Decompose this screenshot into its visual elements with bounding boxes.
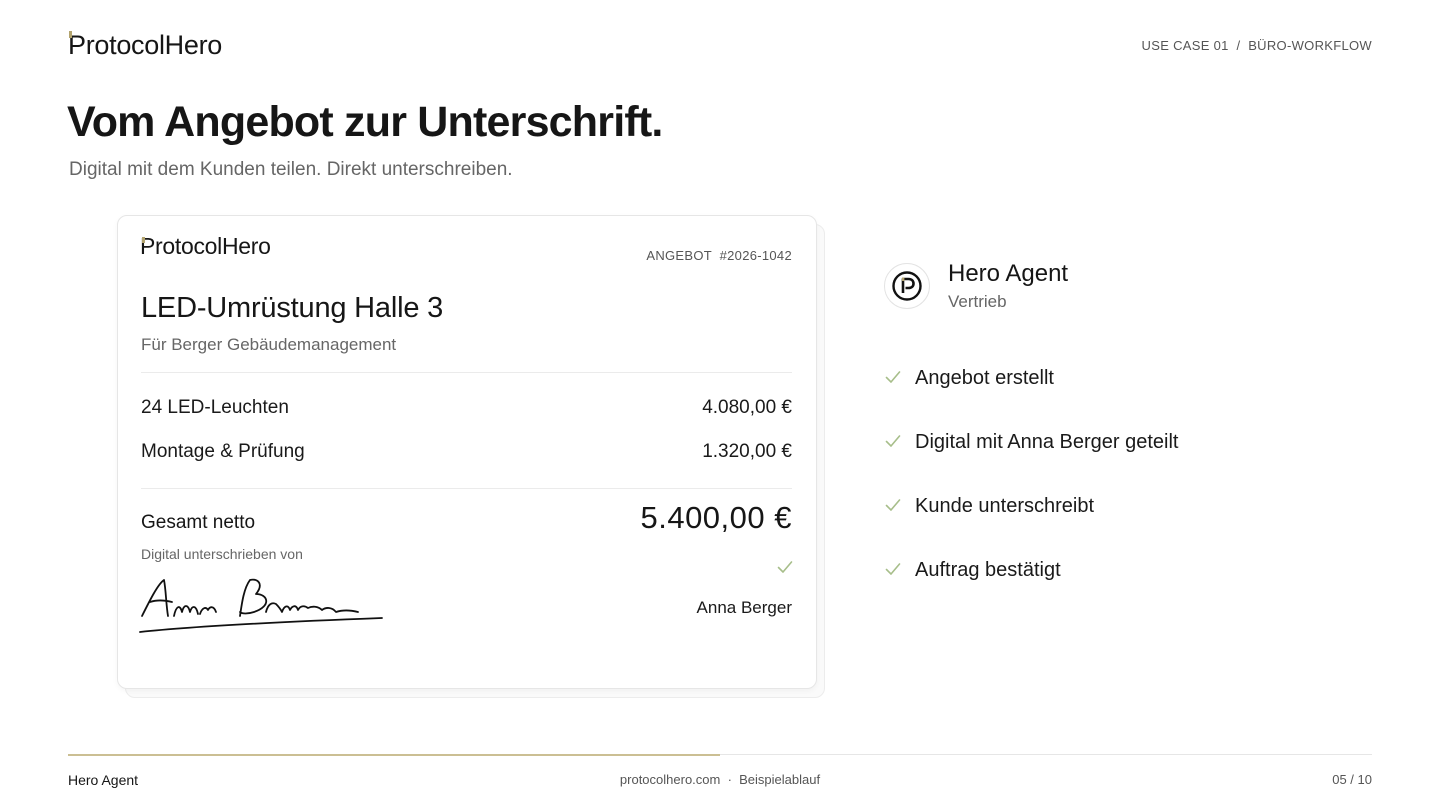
workflow-step-label: Angebot erstellt xyxy=(915,367,1054,389)
workflow-step: Auftrag bestätigt xyxy=(884,556,1178,620)
workflow-step: Digital mit Anna Berger geteilt xyxy=(884,428,1178,492)
line-item-label: 24 LED-Leuchten xyxy=(141,397,289,418)
offer-title: LED-Umrüstung Halle 3 xyxy=(141,292,444,324)
divider xyxy=(141,372,792,373)
workflow-step-label: Auftrag bestätigt xyxy=(915,559,1061,581)
divider xyxy=(141,488,792,489)
total-label: Gesamt netto xyxy=(141,512,256,533)
protocolhero-p-icon xyxy=(892,271,922,301)
line-item-label: Montage & Prüfung xyxy=(141,441,305,462)
logo-accent-mark xyxy=(69,31,72,38)
workflow-step: Kunde unterschreibt xyxy=(884,492,1178,556)
check-icon xyxy=(885,371,901,383)
line-item-amount: 4.080,00 € xyxy=(702,397,792,418)
workflow-step: Angebot erstellt xyxy=(884,364,1178,428)
agent-text: Hero Agent Vertrieb xyxy=(948,260,1068,312)
footer-site: protocolhero.com · Beispielablauf xyxy=(619,772,821,787)
offer-client: Für Berger Gebäudemanagement xyxy=(141,335,397,354)
total-value: 5.400,00 € xyxy=(640,500,792,535)
signer-name: Anna Berger xyxy=(696,598,792,617)
check-icon xyxy=(885,499,901,511)
check-icon xyxy=(777,561,793,573)
page-title: Vom Angebot zur Unterschrift. xyxy=(67,98,663,146)
check-icon xyxy=(885,435,901,447)
breadcrumb: USE CASE 01 / BÜRO-WORKFLOW xyxy=(1141,38,1372,53)
card-logo-text: ProtocolHero xyxy=(140,233,271,259)
offer-number: ANGEBOT #2026-1042 xyxy=(646,248,792,263)
check-icon xyxy=(885,563,901,575)
offer-card: ProtocolHero ANGEBOT #2026-1042 LED-Umrü… xyxy=(117,215,817,689)
slide-progress-bar xyxy=(68,753,1372,756)
slide-progress-fill xyxy=(68,753,720,756)
signed-by-label: Digital unterschrieben von xyxy=(141,546,303,562)
line-item-amount: 1.320,00 € xyxy=(702,441,792,462)
signature-image xyxy=(139,578,383,633)
line-item: 24 LED-Leuchten 4.080,00 € xyxy=(141,397,792,419)
workflow-step-label: Digital mit Anna Berger geteilt xyxy=(915,431,1179,453)
agent-name: Hero Agent xyxy=(948,260,1069,287)
brand-logo: ProtocolHero xyxy=(68,28,222,62)
logo-text: ProtocolHero xyxy=(68,29,222,60)
agent-header: Hero Agent Vertrieb xyxy=(884,260,1068,312)
agent-role: Vertrieb xyxy=(948,292,1007,311)
workflow-step-label: Kunde unterschreibt xyxy=(915,495,1095,517)
avatar xyxy=(884,263,930,309)
workflow-steps: Angebot erstellt Digital mit Anna Berger… xyxy=(884,364,1178,620)
page-number: 05 / 10 xyxy=(1332,772,1372,787)
page-subtitle: Digital mit dem Kunden teilen. Direkt un… xyxy=(69,159,513,180)
card-logo-accent-mark xyxy=(142,237,145,243)
line-item: Montage & Prüfung 1.320,00 € xyxy=(141,441,792,463)
